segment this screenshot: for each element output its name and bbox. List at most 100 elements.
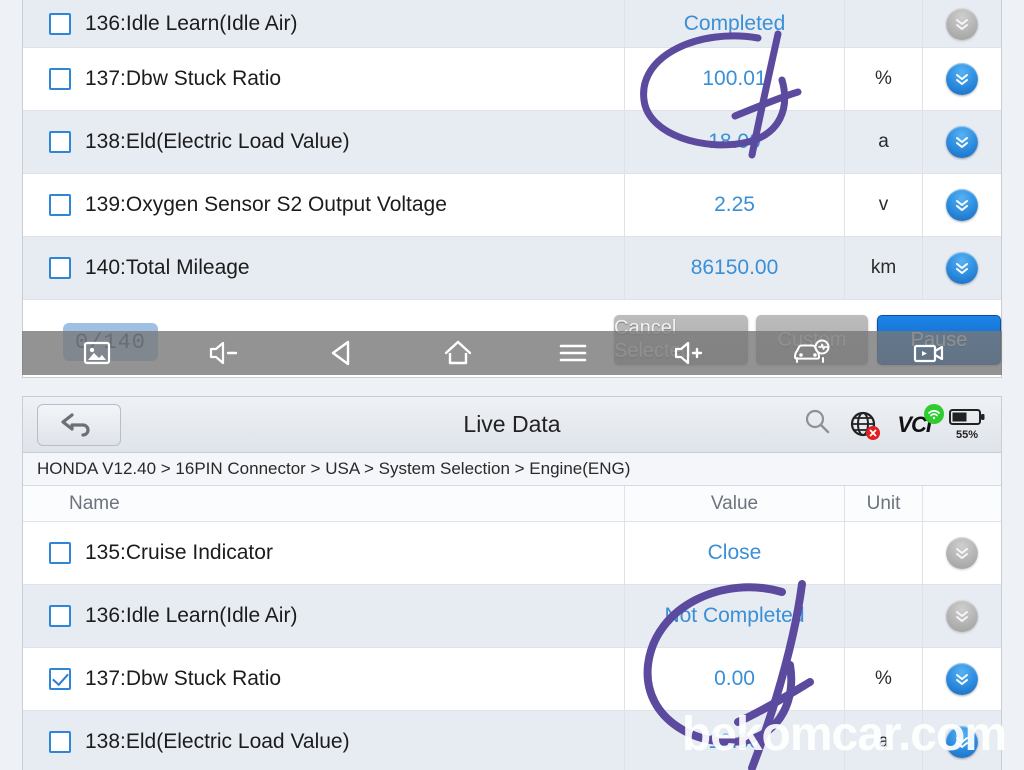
column-header-action: [923, 486, 1001, 521]
app-header: Live Data VCI 55%: [23, 397, 1001, 453]
table-row[interactable]: 136:Idle Learn(Idle Air) Not Completed: [23, 585, 1001, 648]
gallery-icon[interactable]: [82, 340, 112, 366]
row-checkbox[interactable]: [49, 257, 71, 279]
globe-offline-icon[interactable]: [849, 410, 881, 440]
row-value: 13.00: [625, 711, 845, 770]
vci-status-indicator[interactable]: VCI: [897, 403, 944, 438]
battery-icon: [949, 408, 985, 431]
row-name-cell: 137:Dbw Stuck Ratio: [23, 48, 625, 110]
live-data-screen: Live Data VCI 55% HONDA V12.40 > 16PIN C…: [22, 396, 1002, 770]
row-value: 100.01: [625, 48, 845, 110]
row-name-cell: 135:Cruise Indicator: [23, 522, 625, 584]
search-icon[interactable]: [803, 408, 831, 441]
row-checkbox[interactable]: [49, 605, 71, 627]
row-name-cell: 136:Idle Learn(Idle Air): [23, 0, 625, 47]
row-value: 2.25: [625, 174, 845, 236]
table-row[interactable]: 135:Cruise Indicator Close: [23, 522, 1001, 585]
row-label: 140:Total Mileage: [85, 256, 250, 279]
row-label: 138:Eld(Electric Load Value): [85, 730, 350, 753]
row-unit: [845, 585, 923, 647]
row-action-cell: [923, 111, 1001, 173]
row-checkbox[interactable]: [49, 68, 71, 90]
top-live-data-table: 136:Idle Learn(Idle Air) Completed 137:D…: [22, 0, 1002, 303]
row-label: 137:Dbw Stuck Ratio: [85, 667, 282, 690]
table-row[interactable]: 136:Idle Learn(Idle Air) Completed: [23, 0, 1001, 48]
wifi-icon: [924, 403, 944, 424]
row-checkbox[interactable]: [49, 668, 71, 690]
row-action-cell: [923, 237, 1001, 299]
screenshot-root: 136:Idle Learn(Idle Air) Completed 137:D…: [0, 0, 1024, 770]
row-label: 135:Cruise Indicator: [85, 541, 273, 564]
row-action-cell: [923, 0, 1001, 47]
row-label: 138:Eld(Electric Load Value): [85, 130, 350, 153]
expand-chevron-icon[interactable]: [946, 7, 978, 40]
row-checkbox[interactable]: [49, 542, 71, 564]
row-label: 136:Idle Learn(Idle Air): [85, 604, 298, 627]
battery-indicator: 55%: [949, 408, 985, 441]
row-unit: %: [845, 48, 923, 110]
expand-chevron-icon[interactable]: [946, 663, 978, 695]
table-row[interactable]: 139:Oxygen Sensor S2 Output Voltage 2.25…: [23, 174, 1001, 237]
row-action-cell: [923, 174, 1001, 236]
expand-chevron-icon[interactable]: [946, 726, 978, 758]
row-value: 18.00: [625, 111, 845, 173]
table-column-header: Name Value Unit: [23, 486, 1001, 522]
row-unit: [845, 522, 923, 584]
menu-icon[interactable]: [557, 340, 589, 366]
column-header-name: Name: [23, 486, 625, 521]
row-value: Close: [625, 522, 845, 584]
android-navigation-bar: [22, 331, 1002, 375]
back-arrow-icon: [61, 412, 90, 437]
row-name-cell: 138:Eld(Electric Load Value): [23, 111, 625, 173]
back-icon[interactable]: [327, 339, 357, 367]
volume-up-icon[interactable]: [672, 340, 706, 366]
row-unit: a: [845, 111, 923, 173]
row-value: Completed: [625, 0, 845, 47]
table-row[interactable]: 140:Total Mileage 86150.00 km: [23, 237, 1001, 300]
row-unit: v: [845, 174, 923, 236]
expand-chevron-icon[interactable]: [946, 126, 978, 158]
back-button[interactable]: [37, 403, 121, 446]
row-value: 86150.00: [625, 237, 845, 299]
row-unit: %: [845, 648, 923, 710]
row-label: 137:Dbw Stuck Ratio: [85, 67, 282, 90]
row-name-cell: 136:Idle Learn(Idle Air): [23, 585, 625, 647]
table-row[interactable]: 137:Dbw Stuck Ratio 0.00 %: [23, 648, 1001, 711]
row-checkbox[interactable]: [49, 12, 71, 35]
expand-chevron-icon[interactable]: [946, 189, 978, 221]
column-header-unit: Unit: [845, 486, 923, 521]
row-label: 136:Idle Learn(Idle Air): [85, 11, 298, 35]
car-diagnostics-icon[interactable]: [792, 339, 832, 367]
expand-chevron-icon[interactable]: [946, 600, 978, 632]
row-value: 0.00: [625, 648, 845, 710]
volume-down-icon[interactable]: [207, 340, 241, 366]
table-row[interactable]: 138:Eld(Electric Load Value) 18.00 a: [23, 111, 1001, 174]
row-name-cell: 140:Total Mileage: [23, 237, 625, 299]
row-name-cell: 137:Dbw Stuck Ratio: [23, 648, 625, 710]
column-header-value: Value: [625, 486, 845, 521]
row-action-cell: [923, 585, 1001, 647]
row-checkbox[interactable]: [49, 731, 71, 753]
expand-chevron-icon[interactable]: [946, 252, 978, 284]
row-unit: km: [845, 237, 923, 299]
row-action-cell: [923, 522, 1001, 584]
row-checkbox[interactable]: [49, 194, 71, 216]
row-action-cell: [923, 48, 1001, 110]
row-value: Not Completed: [625, 585, 845, 647]
row-name-cell: 139:Oxygen Sensor S2 Output Voltage: [23, 174, 625, 236]
row-action-cell: [923, 648, 1001, 710]
row-unit: a: [845, 711, 923, 770]
header-icon-group: VCI 55%: [803, 403, 985, 441]
offline-badge-icon: [866, 425, 881, 440]
expand-chevron-icon[interactable]: [946, 63, 978, 95]
screen-record-icon[interactable]: [912, 340, 948, 366]
table-row[interactable]: 137:Dbw Stuck Ratio 100.01 %: [23, 48, 1001, 111]
breadcrumb: HONDA V12.40 > 16PIN Connector > USA > S…: [23, 453, 1001, 486]
expand-chevron-icon[interactable]: [946, 537, 978, 569]
home-icon[interactable]: [442, 339, 474, 367]
row-name-cell: 138:Eld(Electric Load Value): [23, 711, 625, 770]
table-row[interactable]: 138:Eld(Electric Load Value) 13.00 a: [23, 711, 1001, 770]
row-label: 139:Oxygen Sensor S2 Output Voltage: [85, 193, 447, 216]
row-checkbox[interactable]: [49, 131, 71, 153]
battery-percent: 55%: [955, 429, 979, 441]
